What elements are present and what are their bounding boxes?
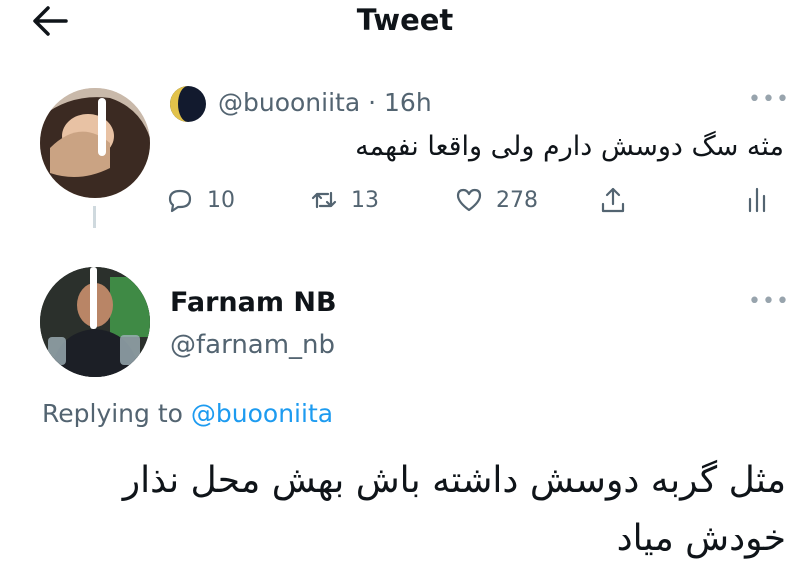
avatar-photo — [40, 88, 150, 198]
reply-count: 10 — [207, 187, 235, 213]
retweet-button[interactable]: 13 — [309, 182, 379, 218]
replying-to-link[interactable]: @buooniita — [191, 399, 333, 428]
author-display-name[interactable]: Farnam NB — [170, 285, 337, 321]
avatar[interactable] — [40, 267, 150, 377]
avatar[interactable] — [40, 88, 150, 198]
tweet-time[interactable]: · 16h — [368, 88, 432, 117]
author-handle[interactable]: @buooniita — [218, 88, 360, 117]
share-icon — [601, 187, 625, 213]
like-button[interactable]: 278 — [454, 182, 538, 218]
page-title: Tweet — [356, 3, 454, 37]
analytics-button[interactable] — [742, 182, 772, 218]
replying-to-line: Replying to @buooniita — [42, 396, 333, 432]
reply-button[interactable]: 10 — [165, 182, 235, 218]
more-options-icon[interactable]: ••• — [748, 89, 789, 111]
tweet-text: مثل گربه دوسش داشته باش بهش محل نذار خود… — [122, 460, 786, 559]
heart-icon — [456, 188, 482, 212]
avatar-photo — [40, 267, 150, 377]
more-options-icon[interactable]: ••• — [748, 291, 789, 313]
share-button[interactable] — [598, 182, 628, 218]
analytics-icon — [748, 187, 766, 213]
author-handle[interactable]: @farnam_nb — [170, 327, 335, 363]
moon-avatar-icon — [168, 84, 208, 124]
like-count: 278 — [496, 187, 538, 213]
retweet-count: 13 — [351, 187, 379, 213]
replying-to-label: Replying to — [42, 399, 183, 428]
reply-icon — [168, 189, 192, 213]
retweet-icon — [311, 191, 337, 209]
tweet-text: مثه سگ دوسش دارم ولی واقعا نفهمه — [355, 131, 784, 162]
thread-connector-line — [93, 206, 96, 228]
